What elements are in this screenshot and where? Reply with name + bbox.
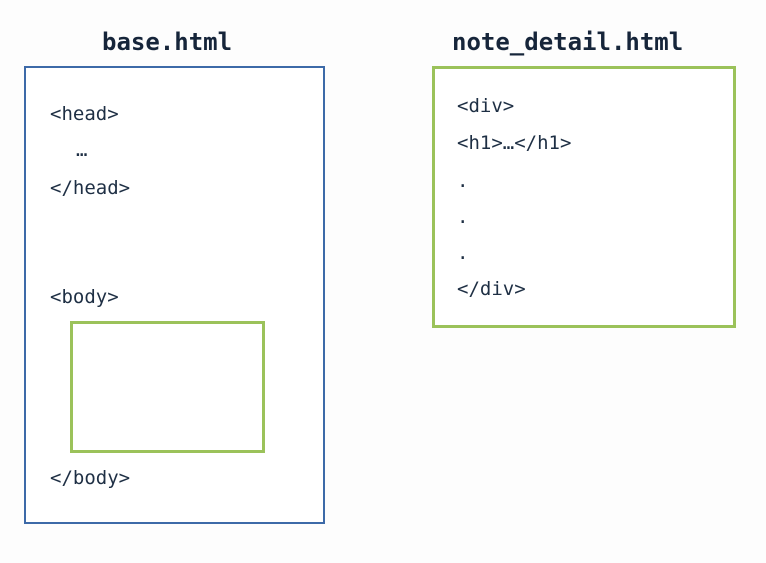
- head-open-tag: <head>: [50, 103, 119, 125]
- continuation-dot: .: [457, 206, 469, 228]
- h1-element: <h1>…</h1>: [457, 132, 572, 154]
- continuation-dot: .: [457, 242, 469, 264]
- head-content-ellipsis: …: [76, 139, 88, 161]
- content-block-placeholder: [70, 321, 265, 453]
- div-open-tag: <div>: [457, 95, 515, 117]
- body-close-tag: </body>: [50, 467, 131, 489]
- continuation-dot: .: [457, 170, 469, 192]
- note-detail-html-title: note_detail.html: [452, 28, 684, 56]
- base-html-title: base.html: [102, 28, 233, 56]
- body-open-tag: <body>: [50, 286, 119, 308]
- div-close-tag: </div>: [457, 278, 526, 300]
- head-close-tag: </head>: [50, 177, 131, 199]
